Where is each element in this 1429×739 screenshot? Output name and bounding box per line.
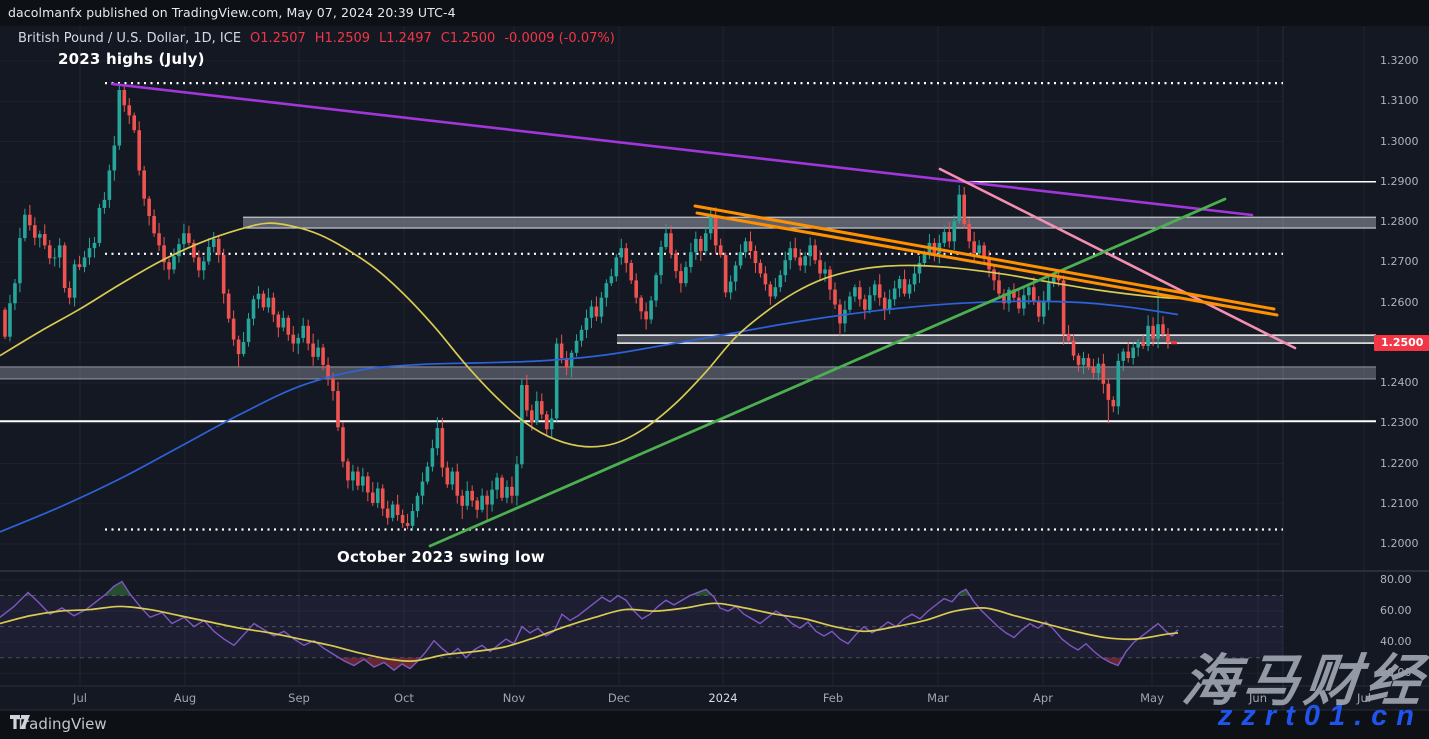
- time-axis-label[interactable]: 2024: [708, 691, 737, 705]
- chart-canvas[interactable]: [0, 0, 1429, 739]
- rsi-axis-label[interactable]: 60.00: [1380, 604, 1412, 617]
- attribution-bar: dacolmanfx published on TradingView.com,…: [8, 5, 456, 20]
- ohlc-change: -0.0009 (-0.07%): [504, 31, 614, 46]
- ohlc-high: H1.2509: [315, 31, 370, 46]
- annotation-2023-highs: 2023 highs (July): [58, 50, 205, 68]
- price-axis-label[interactable]: 1.2000: [1380, 537, 1419, 550]
- ohlc-low: L1.2497: [379, 31, 432, 46]
- time-axis-label[interactable]: Mar: [927, 691, 949, 705]
- footer: TradingView: [10, 715, 107, 733]
- symbol-title: British Pound / U.S. Dollar, 1D, ICE: [18, 31, 241, 46]
- price-axis-label[interactable]: 1.3200: [1380, 54, 1419, 67]
- price-axis-label[interactable]: 1.2400: [1380, 376, 1419, 389]
- time-axis-label[interactable]: Oct: [394, 691, 414, 705]
- time-axis-label[interactable]: Feb: [823, 691, 843, 705]
- price-axis-label[interactable]: 1.2600: [1380, 296, 1419, 309]
- price-axis-label[interactable]: 1.2100: [1380, 497, 1419, 510]
- tradingview-snapshot: dacolmanfx published on TradingView.com,…: [0, 0, 1429, 739]
- purple-downtrend-from-2023-high: [112, 84, 1252, 215]
- demand-zone-1.243: [0, 367, 1376, 379]
- price-axis-label[interactable]: 1.3000: [1380, 135, 1419, 148]
- price-axis-label[interactable]: 1.2800: [1380, 215, 1419, 228]
- time-axis-label[interactable]: Nov: [503, 691, 525, 705]
- price-axis-label[interactable]: 1.3100: [1380, 94, 1419, 107]
- ohlc-open: O1.2507: [250, 31, 306, 46]
- time-axis-label[interactable]: Aug: [174, 691, 196, 705]
- ohlc-close: C1.2500: [441, 31, 496, 46]
- price-axis-label[interactable]: 1.2700: [1380, 255, 1419, 268]
- time-axis-label[interactable]: Dec: [608, 691, 630, 705]
- last-price-badge: 1.2500: [1374, 335, 1429, 351]
- symbol-header: British Pound / U.S. Dollar, 1D, ICE O1.…: [18, 31, 615, 46]
- time-axis-label[interactable]: May: [1140, 691, 1164, 705]
- time-axis-label[interactable]: Jul: [73, 691, 87, 705]
- time-axis-label[interactable]: Sep: [288, 691, 310, 705]
- price-axis-label[interactable]: 1.2300: [1380, 416, 1419, 429]
- rsi-axis-label[interactable]: 80.00: [1380, 573, 1412, 586]
- annotation-oct-low: October 2023 swing low: [337, 548, 545, 566]
- price-axis-label[interactable]: 1.2200: [1380, 457, 1419, 470]
- price-axis-label[interactable]: 1.2900: [1380, 175, 1419, 188]
- time-axis-label[interactable]: Apr: [1033, 691, 1053, 705]
- watermark-url: zzrt01.cn: [1218, 700, 1423, 733]
